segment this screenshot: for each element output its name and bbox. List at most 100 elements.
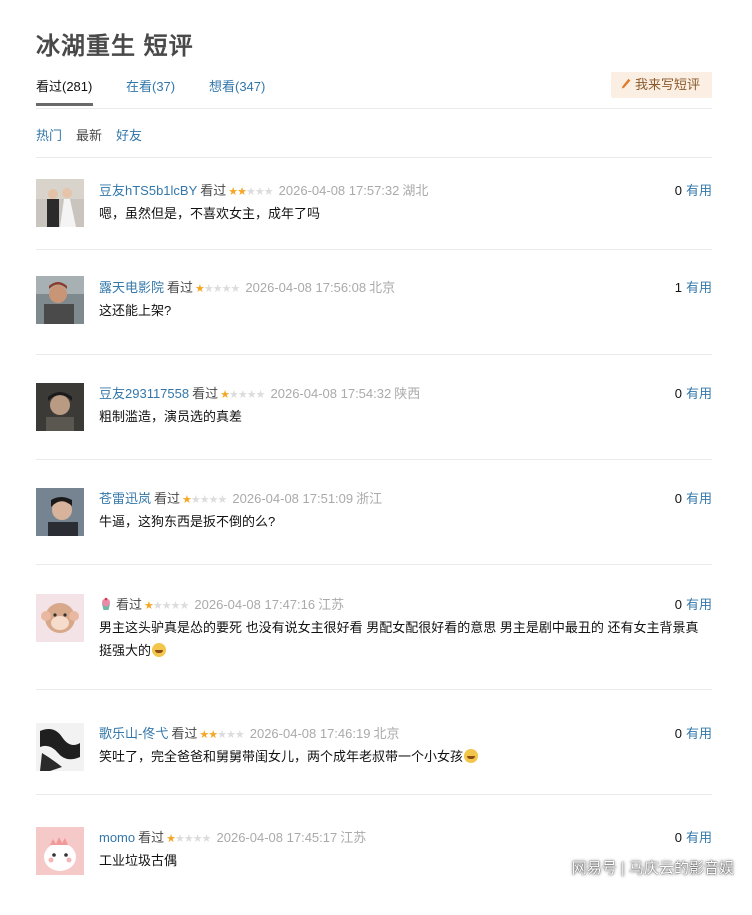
useful-vote: 0 有用 bbox=[675, 827, 712, 846]
useful-button[interactable]: 有用 bbox=[686, 726, 712, 741]
comment-username[interactable]: 苍雷迅岚 bbox=[99, 491, 151, 506]
comment-location: 北京 bbox=[369, 280, 396, 295]
star-filled-icon: ★ bbox=[237, 186, 247, 198]
comment-meta: 豆友hTS5b1lcBY 看过 ★★★★★ 2026-04-08 17:57:32 湖北 bbox=[99, 180, 428, 199]
elderly-man-avatar[interactable] bbox=[36, 276, 84, 324]
comment-item: 看过 ★★★★★ 2026-04-08 17:47:16 江苏 0 有用 男主这头驴真是… bbox=[36, 565, 712, 690]
pencil-icon bbox=[621, 78, 631, 89]
star-empty-icon: ★ bbox=[175, 833, 185, 845]
star-empty-icon: ★ bbox=[246, 186, 256, 198]
useful-button[interactable]: 有用 bbox=[686, 183, 712, 198]
comment-text: 嗯，虽然但是，不喜欢女主，成年了吗 bbox=[99, 202, 704, 225]
sort-hot[interactable]: 热门 bbox=[36, 125, 62, 144]
cartoon-monkey-avatar[interactable] bbox=[36, 594, 84, 642]
tab-watched[interactable]: 看过(281) bbox=[36, 76, 92, 95]
watch-status: 看过 bbox=[192, 386, 219, 401]
star-filled-icon: ★ bbox=[182, 494, 192, 506]
rating-stars: ★★★★★ bbox=[199, 728, 245, 741]
comment-text-content: 嗯，虽然但是，不喜欢女主，成年了吗 bbox=[99, 206, 321, 221]
watch-status: 看过 bbox=[200, 183, 227, 198]
comment-item: 歌乐山-佟弋 看过 ★★★★★ 2026-04-08 17:46:19 北京 0 有用 笑… bbox=[36, 690, 712, 795]
vote-count: 0 bbox=[674, 183, 682, 198]
star-empty-icon: ★ bbox=[237, 389, 248, 401]
watch-status: 看过 bbox=[171, 726, 198, 741]
vote-count: 0 bbox=[674, 726, 682, 741]
star-empty-icon: ★ bbox=[217, 494, 228, 506]
useful-button[interactable]: 有用 bbox=[686, 386, 712, 401]
useful-button[interactable]: 有用 bbox=[686, 491, 712, 506]
tab-watching[interactable]: 在看(37) bbox=[126, 76, 175, 95]
comment-text-content: 笑吐了，完全爸爸和舅舅带闺女儿，两个成年老叔带一个小女孩 bbox=[99, 749, 464, 764]
comment-username[interactable]: 歌乐山-佟弋 bbox=[99, 726, 168, 741]
tab-want-to-watch[interactable]: 想看(347) bbox=[209, 76, 265, 95]
comment-text-content: 男主这头驴真是怂的要死 也没有说女主很好看 男配女配很好看的意思 男主是剧中最丑… bbox=[99, 620, 699, 658]
vote-count: 0 bbox=[674, 830, 682, 845]
useful-vote: 0 有用 bbox=[675, 180, 712, 199]
comment-time: 2026-04-08 17:57:32 bbox=[278, 183, 400, 198]
sketch-drawing-avatar[interactable] bbox=[36, 723, 84, 771]
rating-stars: ★★★★★ bbox=[144, 599, 190, 612]
star-empty-icon: ★ bbox=[179, 600, 190, 612]
comment-meta: 豆友293117558 看过 ★★★★★ 2026-04-08 17:54:32 陕西 bbox=[99, 383, 420, 402]
comment-meta: 歌乐山-佟弋 看过 ★★★★★ 2026-04-08 17:46:19 北京 bbox=[99, 723, 399, 742]
sort-latest[interactable]: 最新 bbox=[76, 125, 102, 144]
active-tab-indicator bbox=[36, 103, 93, 106]
useful-button[interactable]: 有用 bbox=[686, 597, 712, 612]
watch-status: 看过 bbox=[154, 491, 181, 506]
useful-vote: 0 有用 bbox=[675, 383, 712, 402]
star-empty-icon: ★ bbox=[255, 389, 266, 401]
star-filled-icon: ★ bbox=[144, 600, 154, 612]
useful-button[interactable]: 有用 bbox=[686, 830, 712, 845]
vote-count: 0 bbox=[674, 491, 682, 506]
laughing-emoji-icon bbox=[152, 643, 167, 657]
comment-username[interactable]: 豆友293117558 bbox=[99, 386, 189, 401]
wedding-photo-avatar[interactable] bbox=[36, 179, 84, 227]
vote-count: 0 bbox=[674, 386, 682, 401]
comment-item: 露天电影院 看过 ★★★★★ 2026-04-08 17:56:08 北京 1 有用 这还… bbox=[36, 250, 712, 355]
comment-text: 牛逼，这狗东西是扳不倒的么? bbox=[99, 510, 704, 533]
page-title: 冰湖重生 短评 bbox=[36, 33, 194, 60]
useful-vote: 1 有用 bbox=[675, 277, 712, 296]
comment-meta: momo 看过 ★★★★★ 2026-04-08 17:45:17 江苏 bbox=[99, 827, 366, 846]
star-empty-icon: ★ bbox=[170, 600, 181, 612]
comment-text-content: 粗制滥造，演员选的真差 bbox=[99, 409, 243, 424]
star-empty-icon: ★ bbox=[192, 833, 203, 845]
star-filled-icon: ★ bbox=[199, 729, 209, 741]
comment-username[interactable]: 露天电影院 bbox=[99, 280, 164, 295]
comment-text: 男主这头驴真是怂的要死 也没有说女主很好看 男配女配很好看的意思 男主是剧中最丑… bbox=[99, 616, 704, 662]
star-filled-icon: ★ bbox=[228, 186, 238, 198]
star-empty-icon: ★ bbox=[221, 283, 232, 295]
rating-stars: ★★★★★ bbox=[220, 388, 266, 401]
star-empty-icon: ★ bbox=[229, 389, 239, 401]
comment-location: 北京 bbox=[373, 726, 400, 741]
write-review-button[interactable]: 我来写短评 bbox=[610, 72, 712, 98]
pink-dino-avatar[interactable] bbox=[36, 827, 84, 875]
comment-text-content: 牛逼，这狗东西是扳不倒的么? bbox=[99, 514, 276, 529]
comment-item: momo 看过 ★★★★★ 2026-04-08 17:45:17 江苏 0 有用 工业垃… bbox=[36, 795, 712, 915]
star-empty-icon: ★ bbox=[190, 494, 201, 506]
star-empty-icon: ★ bbox=[203, 283, 214, 295]
comment-text-content: 这还能上架? bbox=[99, 303, 172, 318]
watch-status: 看过 bbox=[138, 830, 165, 845]
comment-item: 苍雷迅岚 看过 ★★★★★ 2026-04-08 17:51:09 浙江 0 有用 牛逼，… bbox=[36, 460, 712, 565]
cap-man-avatar[interactable] bbox=[36, 383, 84, 431]
star-empty-icon: ★ bbox=[234, 729, 245, 741]
star-empty-icon: ★ bbox=[183, 833, 194, 845]
star-empty-icon: ★ bbox=[212, 283, 223, 295]
star-filled-icon: ★ bbox=[166, 833, 176, 845]
comment-username[interactable]: 豆友hTS5b1lcBY bbox=[99, 183, 197, 198]
comment-time: 2026-04-08 17:47:16 bbox=[194, 597, 316, 612]
star-empty-icon: ★ bbox=[208, 494, 219, 506]
comment-location: 陕西 bbox=[394, 386, 421, 401]
star-empty-icon: ★ bbox=[246, 389, 257, 401]
young-man-avatar[interactable] bbox=[36, 488, 84, 536]
write-review-label: 我来写短评 bbox=[634, 77, 700, 92]
comment-username[interactable]: momo bbox=[99, 830, 135, 845]
sort-friends[interactable]: 好友 bbox=[116, 125, 142, 144]
comment-time: 2026-04-08 17:51:09 bbox=[232, 491, 354, 506]
star-empty-icon: ★ bbox=[201, 833, 212, 845]
status-tabs: 看过(281) 在看(37) 想看(347) 我来写短评 bbox=[36, 72, 712, 109]
comment-time: 2026-04-08 17:46:19 bbox=[249, 726, 371, 741]
comment-meta: 看过 ★★★★★ 2026-04-08 17:47:16 江苏 bbox=[99, 594, 344, 613]
useful-button[interactable]: 有用 bbox=[686, 280, 712, 295]
